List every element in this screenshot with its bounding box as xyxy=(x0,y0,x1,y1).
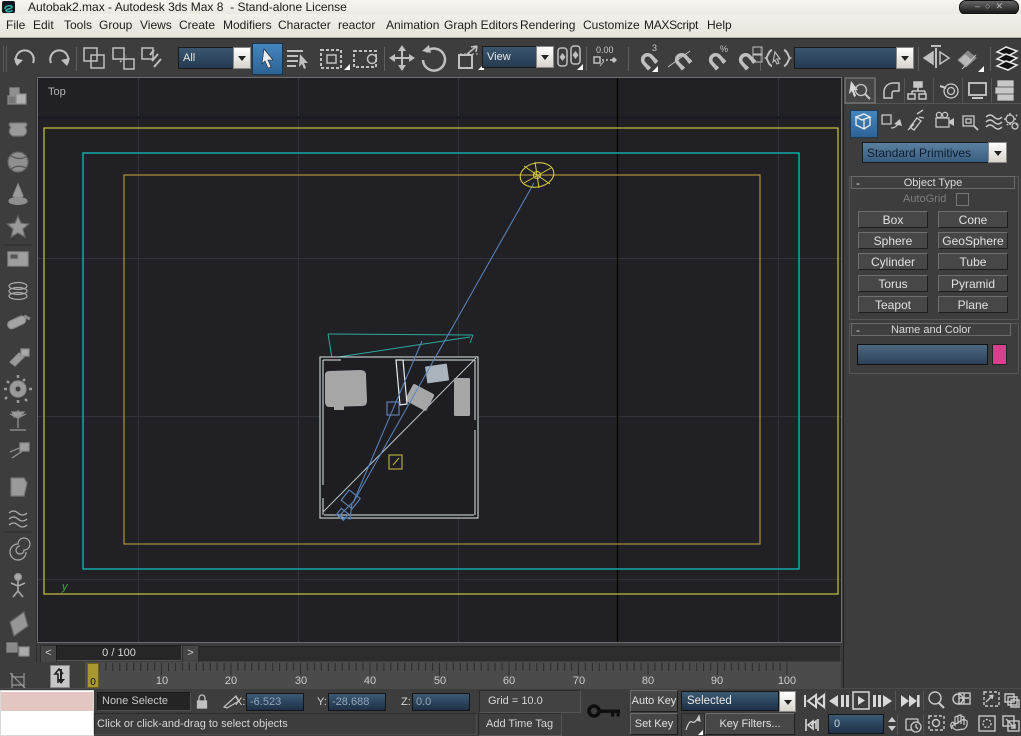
svg-text:10: 10 xyxy=(156,675,168,687)
svg-text:3: 3 xyxy=(652,43,657,53)
svg-text:100: 100 xyxy=(778,675,796,687)
svg-text:90: 90 xyxy=(711,675,723,687)
svg-text:%: % xyxy=(720,44,728,54)
svg-text:70: 70 xyxy=(573,675,585,687)
svg-text:0.00: 0.00 xyxy=(596,45,614,55)
svg-text:30: 30 xyxy=(295,675,307,687)
svg-text:60: 60 xyxy=(503,675,515,687)
svg-text:y: y xyxy=(61,581,69,593)
svg-text:Top: Top xyxy=(48,86,66,98)
svg-text:40: 40 xyxy=(364,675,376,687)
svg-text:50: 50 xyxy=(434,675,446,687)
svg-text:20: 20 xyxy=(225,675,237,687)
svg-text:80: 80 xyxy=(642,675,654,687)
